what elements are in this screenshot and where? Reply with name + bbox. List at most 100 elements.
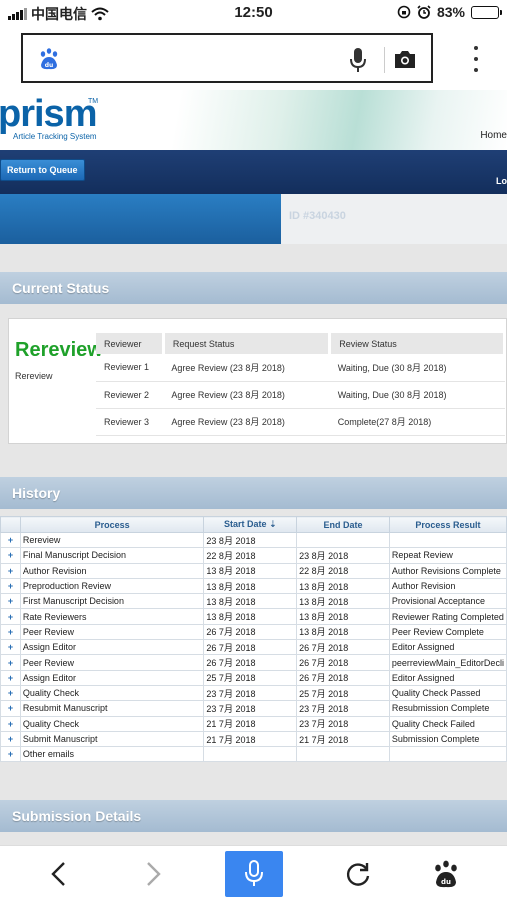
- expand-toggle[interactable]: +: [0, 715, 21, 732]
- process-cell: First Manuscript Decision: [19, 593, 205, 610]
- start-date-cell: 22 8月 2018: [203, 547, 298, 564]
- logout-link[interactable]: Lo: [496, 176, 507, 186]
- table-row: + Final Manuscript Decision 22 8月 2018 23 8…: [0, 547, 507, 564]
- refresh-icon[interactable]: [343, 859, 373, 889]
- voice-search-button[interactable]: [225, 851, 283, 897]
- review-status: Waiting, Due (30 8月 2018): [329, 381, 505, 409]
- status-subtitle: Rereview: [15, 371, 53, 381]
- table-row: + Rereview 23 8月 2018: [0, 531, 507, 549]
- process-result-cell: [388, 531, 507, 549]
- process-result-cell: peerreviewMain_EditorDecli: [388, 654, 507, 671]
- screen: 中国电信 12:50 83% du prism TM Article Track…: [0, 0, 507, 900]
- col-review-status: Review Status: [329, 333, 506, 354]
- process-result-cell: Editor Assigned: [388, 669, 507, 686]
- table-row: Reviewer 3 Agree Review (23 8月 2018) Com…: [96, 408, 505, 436]
- prism-subtitle: Article Tracking System: [13, 132, 97, 141]
- expand-toggle[interactable]: +: [0, 593, 21, 610]
- table-row: Reviewer 2 Agree Review (23 8月 2018) Wai…: [96, 381, 505, 409]
- start-date-cell: 23 7月 2018: [203, 700, 298, 717]
- col-process-result[interactable]: Process Result: [388, 516, 507, 533]
- end-date-cell: 25 7月 2018: [296, 684, 390, 702]
- back-icon[interactable]: [44, 859, 74, 889]
- start-date-cell: 26 7月 2018: [203, 639, 298, 656]
- expand-toggle[interactable]: +: [0, 531, 21, 549]
- process-cell: Submit Manuscript: [19, 730, 205, 748]
- reviewer-name: Reviewer 3: [96, 408, 164, 436]
- expand-toggle[interactable]: +: [0, 684, 21, 702]
- col-start-date[interactable]: Start Date ⇣: [203, 516, 298, 533]
- table-row: + Peer Review 26 7月 2018 26 7月 2018 peerrevi…: [0, 654, 507, 671]
- reviewer-table-header: Reviewer Request Status Review Status: [96, 333, 506, 354]
- end-date-cell: 23 7月 2018: [296, 715, 390, 732]
- browser-bar: du: [0, 26, 507, 90]
- process-cell: Resubmit Manuscript: [19, 700, 205, 717]
- return-to-queue-button[interactable]: Return to Queue: [0, 159, 85, 181]
- expand-toggle[interactable]: +: [0, 669, 21, 686]
- expand-toggle[interactable]: +: [0, 700, 21, 717]
- col-expand: [0, 516, 21, 533]
- table-row: + Resubmit Manuscript 23 7月 2018 23 7月 2018…: [0, 700, 507, 717]
- expand-toggle[interactable]: +: [0, 730, 21, 748]
- start-date-cell: 25 7月 2018: [203, 669, 298, 686]
- expand-toggle[interactable]: +: [0, 562, 21, 579]
- table-row: + Preproduction Review 13 8月 2018 13 8月 201…: [0, 577, 507, 595]
- end-date-cell: 26 7月 2018: [296, 669, 390, 686]
- search-divider: [384, 47, 385, 73]
- start-date-cell: 26 7月 2018: [203, 623, 298, 641]
- search-input[interactable]: du: [21, 33, 433, 83]
- table-row: + Peer Review 26 7月 2018 13 8月 2018 Peer Rev…: [0, 623, 507, 641]
- process-cell: Assign Editor: [19, 669, 205, 686]
- col-request-status: Request Status: [163, 333, 332, 354]
- baidu-paw-icon: du: [40, 48, 58, 70]
- request-status: Agree Review (23 8月 2018): [163, 408, 330, 436]
- expand-toggle[interactable]: +: [0, 654, 21, 671]
- end-date-cell: 21 7月 2018: [296, 730, 390, 748]
- process-cell: Final Manuscript Decision: [19, 547, 205, 564]
- camera-icon[interactable]: [393, 49, 417, 69]
- top-navbar: Return to Queue Lo: [0, 150, 507, 194]
- process-result-cell: Reviewer Rating Completed: [388, 608, 507, 625]
- start-date-cell: 21 7月 2018: [203, 715, 298, 732]
- microphone-icon[interactable]: [349, 47, 367, 73]
- more-vertical-icon[interactable]: [473, 46, 479, 72]
- history-table-header: Process Start Date ⇣ End Date Process Re…: [0, 516, 507, 533]
- end-date-cell: 23 8月 2018: [296, 547, 390, 564]
- process-cell: Quality Check: [19, 684, 205, 702]
- microphone-icon: [245, 860, 263, 886]
- col-process[interactable]: Process: [19, 516, 205, 533]
- review-status: Waiting, Due (30 8月 2018): [329, 354, 505, 382]
- home-link[interactable]: Home: [480, 130, 507, 141]
- forward-icon[interactable]: [138, 859, 168, 889]
- reviewer-name: Reviewer 1: [96, 354, 164, 382]
- process-result-cell: Author Revisions Complete: [388, 562, 507, 579]
- process-cell: Rereview: [19, 531, 205, 549]
- manuscript-id-bar: ID #340430: [0, 194, 507, 244]
- expand-toggle[interactable]: +: [0, 623, 21, 641]
- expand-toggle[interactable]: +: [0, 547, 21, 564]
- current-status-heading: Current Status: [0, 272, 507, 304]
- reviewer-name: Reviewer 2: [96, 381, 164, 409]
- process-result-cell: Editor Assigned: [388, 639, 507, 656]
- expand-toggle[interactable]: +: [0, 746, 21, 763]
- request-status: Agree Review (23 8月 2018): [163, 381, 330, 409]
- table-row: + First Manuscript Decision 13 8月 2018 13 8…: [0, 593, 507, 610]
- manuscript-id: ID #340430: [289, 210, 346, 222]
- status-title: Rereview: [15, 339, 103, 361]
- baidu-paw-icon[interactable]: du: [431, 859, 461, 889]
- svg-text:du: du: [45, 62, 54, 69]
- process-result-cell: Resubmission Complete: [388, 700, 507, 717]
- start-date-cell: 21 7月 2018: [203, 730, 298, 748]
- start-date-cell: [203, 746, 298, 763]
- start-date-cell: 23 7月 2018: [203, 684, 298, 702]
- process-cell: Author Revision: [19, 562, 205, 579]
- expand-toggle[interactable]: +: [0, 577, 21, 595]
- table-row: + Rate Reviewers 13 8月 2018 13 8月 2018 Revie…: [0, 608, 507, 625]
- id-bar-accent: [0, 194, 281, 244]
- end-date-cell: 13 8月 2018: [296, 623, 390, 641]
- col-end-date[interactable]: End Date: [296, 516, 390, 533]
- orientation-lock-icon: [397, 5, 411, 19]
- col-reviewer: Reviewer: [96, 333, 165, 354]
- expand-toggle[interactable]: +: [0, 639, 21, 656]
- expand-toggle[interactable]: +: [0, 608, 21, 625]
- process-result-cell: Quality Check Failed: [388, 715, 507, 732]
